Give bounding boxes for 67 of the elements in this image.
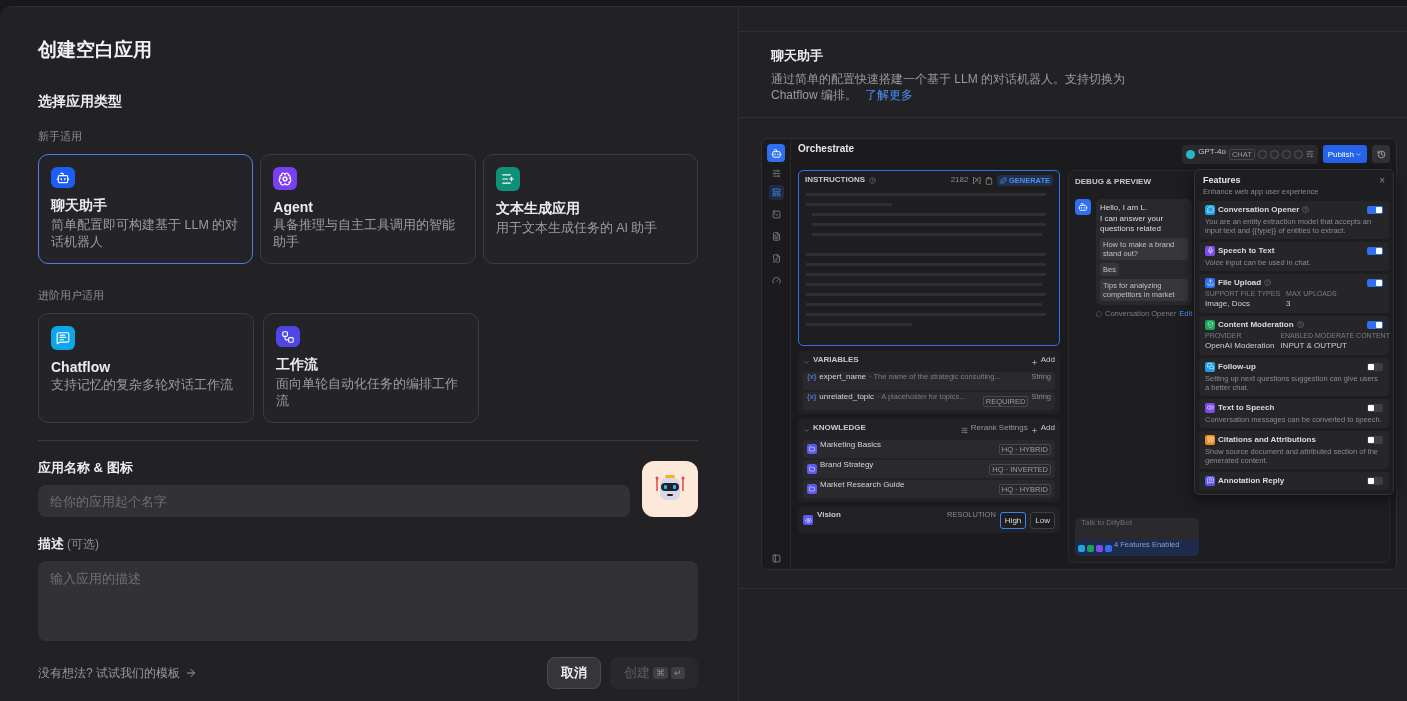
variable-name: expert_name <box>819 372 867 382</box>
card-description: 具备推理与自主工具调用的智能助手 <box>273 217 457 251</box>
resolution-option[interactable]: High <box>999 511 1027 529</box>
feature-title: Content Moderation <box>1218 319 1294 330</box>
knowledge-name: Marketing Basics <box>820 440 881 450</box>
add-button[interactable]: Add <box>1040 423 1055 433</box>
message-text: I can answer your questions related <box>1100 214 1165 234</box>
close-button[interactable]: × <box>1379 175 1385 187</box>
feature-title: Annotation Reply <box>1218 475 1285 486</box>
card-description: 支持记忆的复杂多轮对话工作流 <box>51 377 234 394</box>
section-heading: 选择应用类型 <box>38 93 123 111</box>
dialog-title: 创建空白应用 <box>38 38 153 62</box>
group-label: 新手适用 <box>38 129 83 144</box>
field-label: 描述 (可选) <box>38 535 100 553</box>
app-type-card[interactable]: Chatflow 支持记忆的复杂多轮对话工作流 <box>38 313 254 423</box>
orchestrate-title: Orchestrate <box>798 143 855 155</box>
shortcut-key: ⌘ <box>652 667 668 679</box>
rerank-settings-link[interactable]: Rerank Settings <box>970 423 1028 433</box>
learn-more-link[interactable]: 了解更多 <box>865 88 914 102</box>
feature-title: Conversation Opener <box>1218 204 1300 215</box>
card-description: 用于文本生成任务的 AI 助手 <box>495 220 659 237</box>
preview-title: 聊天助手 <box>771 47 824 65</box>
field-value: INPUT & OUTPUT <box>1280 341 1347 351</box>
variable-marker: {x} <box>807 392 817 402</box>
variable-marker: {x} <box>807 372 817 382</box>
feature-title: Follow-up <box>1218 361 1256 372</box>
app-name-field[interactable]: 给你的应用起个名字 <box>38 485 630 517</box>
knowledge-name: Brand Strategy <box>820 460 874 470</box>
app-type-card[interactable]: Agent 具备推理与自主工具调用的智能助手 <box>260 154 476 264</box>
field-value: 3 <box>1286 299 1291 309</box>
app-type-card[interactable]: 工作流 面向单轮自动化任务的编排工作流 <box>263 313 479 423</box>
section-label: INSTRUCTIONS <box>805 175 865 185</box>
template-link[interactable]: 没有想法? 试试我们的模板 <box>38 664 197 682</box>
shortcut-key: ↵ <box>670 667 685 679</box>
model-name: GPT-4o <box>1198 146 1226 157</box>
feature-title: Text to Speech <box>1218 402 1275 413</box>
card-title: Agent <box>273 199 314 215</box>
card-title: 聊天助手 <box>51 197 108 215</box>
field-value: OpenAI Moderation <box>1205 341 1275 351</box>
card-description: 面向单轮自动化任务的编排工作流 <box>276 376 459 410</box>
character-count: 2182 <box>950 175 969 185</box>
vision-label: Vision <box>817 510 841 520</box>
add-button[interactable]: Add <box>1040 355 1055 365</box>
publish-button[interactable]: Publish <box>1322 145 1367 163</box>
card-title: 工作流 <box>276 356 319 374</box>
card-description: 简单配置即可构建基于 LLM 的对话机器人 <box>51 217 240 251</box>
feature-title: Speech to Text <box>1218 245 1275 256</box>
section-label: KNOWLEDGE <box>813 423 866 433</box>
feature-title: File Upload <box>1218 277 1262 288</box>
app-type-card[interactable]: 文本生成应用 用于文本生成任务的 AI 助手 <box>482 154 698 264</box>
section-label: DEBUG & PREVIEW <box>1075 177 1151 187</box>
card-title: Chatflow <box>51 359 112 375</box>
feature-title: Citations and Attributions <box>1218 434 1316 445</box>
section-label: VARIABLES <box>813 355 859 365</box>
resolution-option[interactable]: Low <box>1030 511 1055 529</box>
preview-description: 通过简单的配置快速搭建一个基于 LLM 的对话机器人。支持切换为 Chatflow 编排。 了解更多 <box>771 71 1126 103</box>
popover-title: Features <box>1203 175 1241 186</box>
field-value: Image, Docs <box>1205 299 1250 309</box>
cancel-button[interactable]: 取消 <box>547 657 601 689</box>
group-label: 进阶用户适用 <box>38 288 105 303</box>
message-text: Hello, I am L. <box>1100 202 1148 213</box>
variable-insert[interactable]: [x] <box>972 175 981 185</box>
field-label: 应用名称 & 图标 <box>38 459 134 477</box>
card-title: 文本生成应用 <box>495 200 581 218</box>
app-type-card[interactable]: 聊天助手 简单配置即可构建基于 LLM 的对话机器人 <box>38 154 254 264</box>
variable-name: unrelated_topic <box>819 392 875 402</box>
knowledge-name: Market Research Guide <box>820 480 905 490</box>
